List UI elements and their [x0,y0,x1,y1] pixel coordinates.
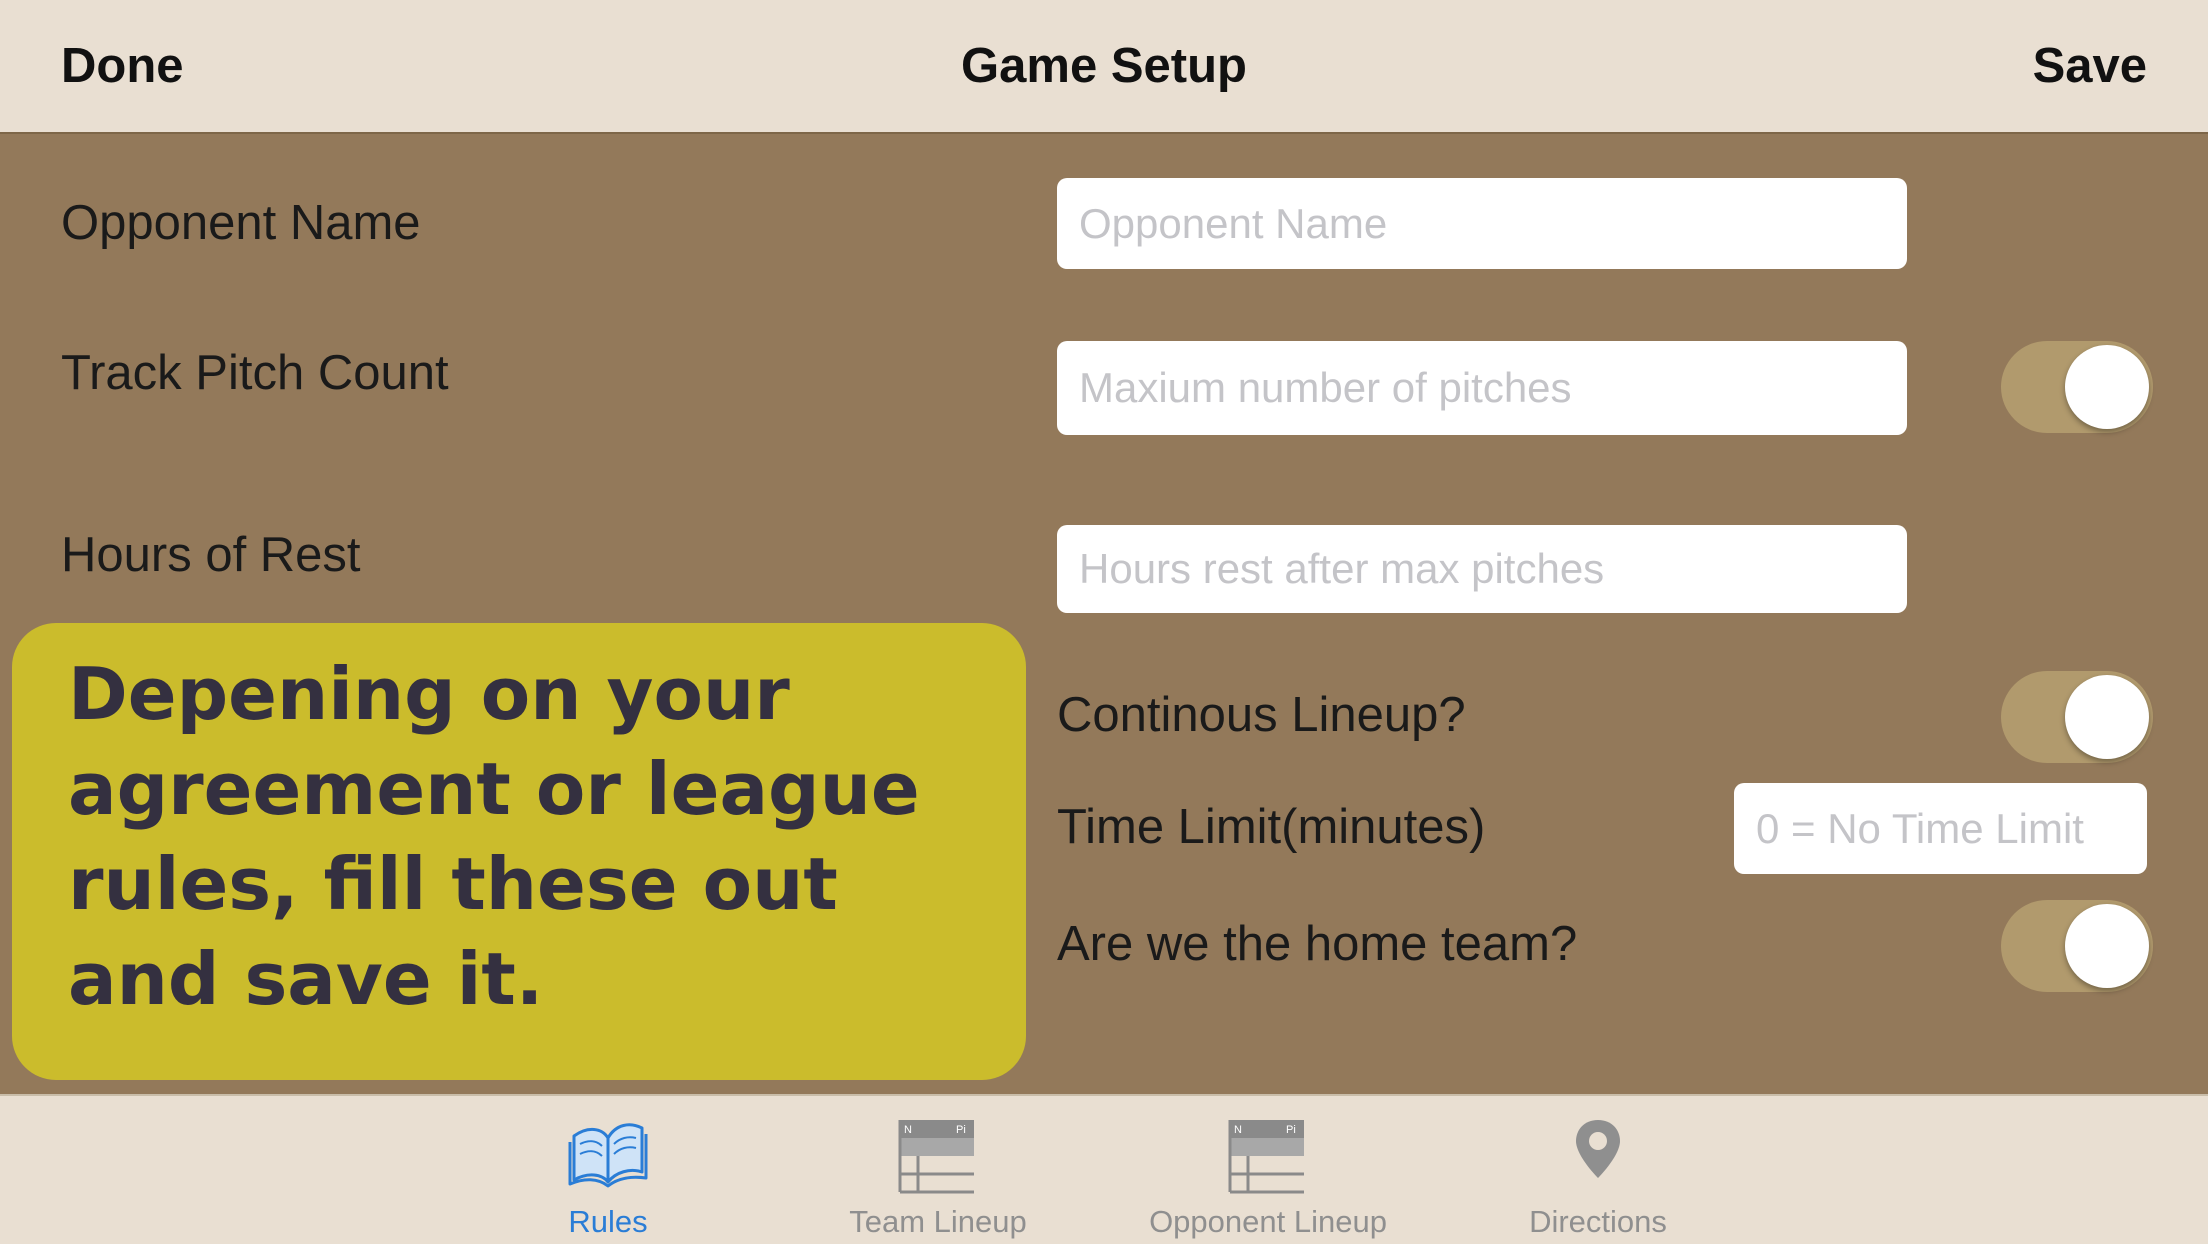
lineup-card-icon: N Pi [898,1116,978,1201]
done-button[interactable]: Done [61,0,184,132]
tab-label: Team Lineup [849,1204,1027,1239]
toggle-knob [2065,345,2149,429]
track-pitch-count-label: Track Pitch Count [61,346,449,400]
svg-text:N: N [1234,1124,1242,1136]
home-team-toggle[interactable] [2001,900,2153,992]
svg-text:Pi: Pi [1286,1124,1296,1136]
time-limit-label: Time Limit(minutes) [1057,800,1486,854]
toggle-knob [2065,904,2149,988]
hours-of-rest-label: Hours of Rest [61,528,361,582]
tab-directions[interactable]: Directions [1433,1096,1763,1244]
tab-team-lineup[interactable]: N Pi Team Lineup [773,1096,1103,1244]
callout-text: Depening on your agreement or league rul… [68,652,920,1021]
tab-rules[interactable]: Rules [443,1096,773,1244]
tab-bar: Rules N Pi Team Lineup N Pi Opponent Lin… [0,1094,2208,1244]
hours-rest-input[interactable] [1057,525,1907,613]
max-pitches-input[interactable] [1057,341,1907,435]
navigation-bar: Game Setup Done Save [0,0,2208,134]
map-pin-icon [1570,1116,1626,1187]
track-pitch-count-toggle[interactable] [2001,341,2153,433]
page-title: Game Setup [961,39,1247,93]
time-limit-input[interactable] [1734,783,2147,874]
tab-opponent-lineup[interactable]: N Pi Opponent Lineup [1103,1096,1433,1244]
save-button[interactable]: Save [2033,0,2147,132]
book-icon [568,1116,648,1193]
opponent-name-label: Opponent Name [61,196,421,250]
tab-label: Directions [1529,1204,1667,1239]
continuous-lineup-toggle[interactable] [2001,671,2153,763]
svg-text:Pi: Pi [956,1124,966,1136]
svg-text:N: N [904,1124,912,1136]
continuous-lineup-label: Continous Lineup? [1057,688,1466,742]
tab-label: Rules [568,1204,648,1239]
toggle-knob [2065,675,2149,759]
tab-label: Opponent Lineup [1149,1204,1387,1239]
lineup-card-icon: N Pi [1228,1116,1308,1201]
help-callout: Depening on your agreement or league rul… [12,623,1026,1080]
opponent-name-input[interactable] [1057,178,1907,269]
home-team-label: Are we the home team? [1057,917,1578,971]
